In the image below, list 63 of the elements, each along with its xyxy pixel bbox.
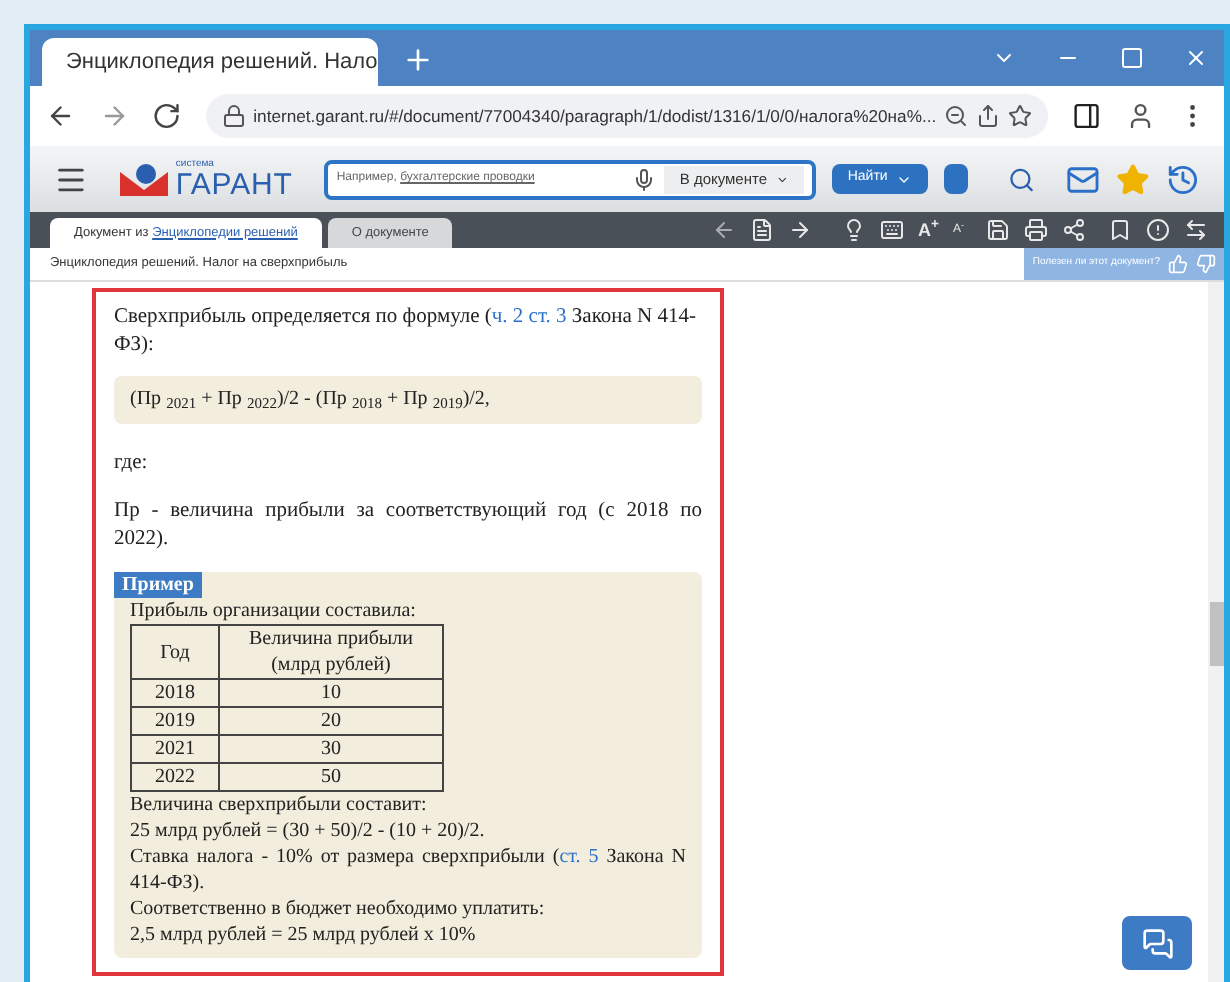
- table-cell: 10: [219, 679, 443, 707]
- star-icon[interactable]: [1116, 159, 1151, 199]
- table-cell: 20: [219, 707, 443, 735]
- save-icon[interactable]: [986, 218, 1010, 242]
- table-header: Год: [131, 625, 219, 679]
- maximize-icon[interactable]: [1120, 46, 1144, 70]
- chat-button[interactable]: [1122, 916, 1192, 970]
- table-header: Величина прибыли (млрд рублей): [219, 625, 443, 679]
- example-text: Величина сверхприбыли составит:: [130, 792, 429, 818]
- example-text: 25 млрд рублей = (30 + 50)/2 - (10 + 20)/2.: [130, 818, 487, 844]
- url-text: internet.garant.ru/#/document/77004340/paragraph/1/dodist/1316/1/0/0/налога%20на%...: [253, 103, 937, 129]
- arrow-left-icon[interactable]: [712, 218, 737, 242]
- share-icon[interactable]: [976, 104, 1001, 128]
- print-icon[interactable]: [1024, 218, 1048, 242]
- table-cell: 2018: [131, 679, 219, 707]
- definition-text: Пр - величина прибыли за соответствующий год (с 2018 по 2022).: [114, 498, 702, 554]
- lightbulb-icon[interactable]: [842, 218, 867, 242]
- table-cell: 2021: [131, 735, 219, 763]
- keyboard-icon[interactable]: [880, 218, 905, 242]
- table-cell: 2019: [131, 707, 219, 735]
- logo-icon: [119, 163, 168, 195]
- back-icon[interactable]: [46, 100, 76, 132]
- close-icon[interactable]: [1184, 46, 1208, 70]
- microphone-icon[interactable]: [631, 167, 656, 191]
- document-icon[interactable]: [750, 218, 775, 242]
- scrollbar[interactable]: [1208, 282, 1224, 982]
- logo-text: ГАРАНТ: [175, 169, 293, 199]
- tab-title: Энциклопедия решений. Нало: [66, 47, 378, 78]
- formula-block: (Пр $_{2021}$ + Пр $_{2022}$)/2 - (Пр $_{2018}$ + Пр $_{2019}$)/2,: [114, 376, 702, 424]
- options-button[interactable]: [943, 164, 968, 194]
- share-icon[interactable]: [1062, 218, 1086, 242]
- thumbs-up-icon[interactable]: [1168, 254, 1188, 274]
- example-text: Ставка налога - 10% от размера сверхприбыли (ст. 5 Закона N 414-ФЗ).: [130, 844, 686, 896]
- reload-icon[interactable]: [152, 100, 182, 132]
- search-icon[interactable]: [1007, 163, 1035, 195]
- sidebar-icon[interactable]: [1072, 100, 1102, 132]
- scrollbar-thumb[interactable]: [1209, 602, 1223, 666]
- chat-icon: [1141, 927, 1173, 959]
- thumbs-down-icon[interactable]: [1196, 254, 1216, 274]
- document-link[interactable]: ч. 2 ст. 3: [491, 306, 567, 328]
- new-tab-icon[interactable]: [402, 44, 434, 76]
- font-larger-button[interactable]: A$^{+}$: [918, 221, 939, 239]
- zoom-icon[interactable]: [944, 104, 969, 128]
- example-text: Соответственно в бюджет необходимо уплатить:: [130, 896, 547, 922]
- example-label: Пример: [114, 572, 202, 598]
- forward-icon[interactable]: [99, 100, 129, 132]
- example-text: 2,5 млрд рублей = 25 млрд рублей х 10%: [130, 922, 478, 948]
- table-cell: 50: [219, 763, 443, 791]
- profile-icon[interactable]: [1125, 100, 1155, 132]
- document-link[interactable]: ст. 5: [559, 846, 599, 868]
- table-cell: 30: [219, 735, 443, 763]
- where-text: где:: [114, 450, 150, 478]
- swap-icon[interactable]: [1184, 218, 1208, 242]
- formula-intro: Сверхприбыль определяется по формуле (ч. 2 ст. 3 Закона N 414-ФЗ):: [114, 304, 699, 360]
- table-cell: 2022: [131, 763, 219, 791]
- example-intro: Прибыль организации составила:: [130, 598, 418, 624]
- address-bar[interactable]: internet.garant.ru/#/document/77004340/paragraph/1/dodist/1316/1/0/0/налога%20на%...: [205, 94, 1049, 138]
- browser-tab[interactable]: Энциклопедия решений. Нало: [42, 38, 378, 86]
- info-icon[interactable]: [1146, 218, 1170, 242]
- star-icon[interactable]: [1008, 104, 1033, 128]
- lock-icon: [221, 104, 246, 128]
- bookmark-icon[interactable]: [1108, 218, 1132, 242]
- arrow-right-icon[interactable]: [788, 218, 813, 242]
